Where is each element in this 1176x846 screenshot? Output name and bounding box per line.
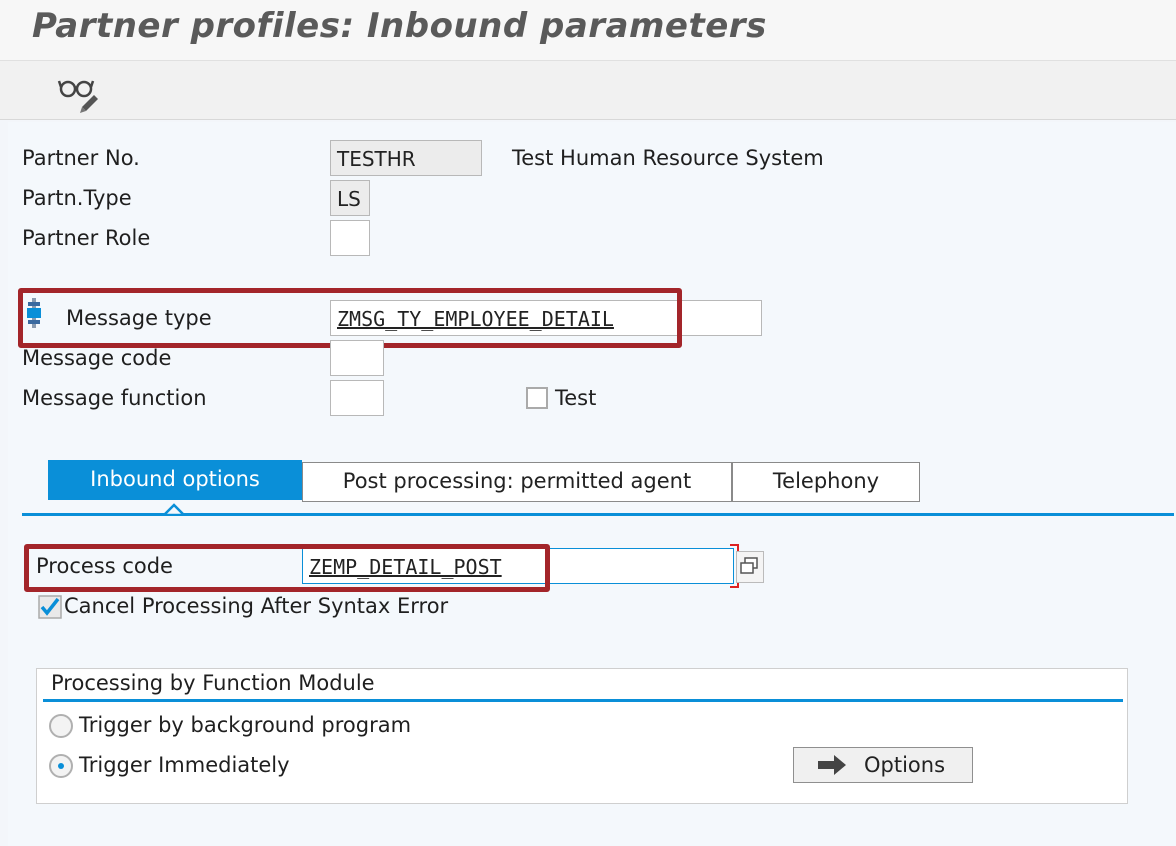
test-label: Test xyxy=(555,386,597,410)
value-help-button[interactable] xyxy=(736,551,764,583)
options-button[interactable]: Options xyxy=(793,747,973,783)
message-code-field[interactable] xyxy=(330,340,384,376)
partner-description: Test Human Resource System xyxy=(512,146,824,170)
message-code-label: Message code xyxy=(22,346,172,370)
message-function-field[interactable] xyxy=(330,380,384,416)
tab-underline xyxy=(22,513,1174,516)
glasses-pencil-icon xyxy=(57,80,98,113)
partner-no-label: Partner No. xyxy=(22,146,140,170)
process-code-label: Process code xyxy=(36,554,173,578)
tab-pointer-icon xyxy=(164,503,184,515)
group-title-underline xyxy=(43,699,1123,702)
tab-inbound-options[interactable]: Inbound options xyxy=(48,460,302,500)
tab-post-processing[interactable]: Post processing: permitted agent xyxy=(302,462,732,502)
arrow-right-icon xyxy=(818,755,846,775)
radio-trigger-immediately[interactable] xyxy=(49,754,73,778)
display-change-button[interactable] xyxy=(56,69,100,113)
content-area: Partner No. TESTHR Test Human Resource S… xyxy=(8,122,1176,846)
group-title: Processing by Function Module xyxy=(51,671,375,695)
process-code-field[interactable]: ZEMP_DETAIL_POST xyxy=(302,548,734,584)
partner-role-label: Partner Role xyxy=(22,226,151,250)
tab-telephony[interactable]: Telephony xyxy=(732,462,920,502)
value-help-icon xyxy=(740,557,758,574)
page-title: Partner profiles: Inbound parameters xyxy=(32,6,767,46)
test-checkbox[interactable] xyxy=(526,387,548,409)
function-module-group: Processing by Function Module Trigger by… xyxy=(36,668,1128,804)
radio-background-program-label: Trigger by background program xyxy=(79,713,412,737)
radio-background-program[interactable] xyxy=(49,714,73,738)
required-field-icon xyxy=(27,298,41,328)
options-button-label: Options xyxy=(864,753,946,777)
message-type-label: Message type xyxy=(66,306,212,330)
partner-no-field[interactable]: TESTHR xyxy=(330,140,482,176)
partner-role-field[interactable] xyxy=(330,220,370,256)
cancel-processing-checkbox[interactable] xyxy=(38,595,62,619)
message-type-field[interactable]: ZMSG_TY_EMPLOYEE_DETAIL xyxy=(330,300,762,336)
radio-trigger-immediately-label: Trigger Immediately xyxy=(79,753,290,777)
title-bar: Partner profiles: Inbound parameters xyxy=(0,0,1176,60)
message-function-label: Message function xyxy=(22,386,207,410)
toolbar xyxy=(0,60,1176,120)
partner-type-field[interactable]: LS xyxy=(330,180,370,216)
cancel-processing-label: Cancel Processing After Syntax Error xyxy=(64,594,449,618)
process-code-value: ZEMP_DETAIL_POST xyxy=(309,555,502,579)
message-type-value: ZMSG_TY_EMPLOYEE_DETAIL xyxy=(337,307,614,331)
partner-type-label: Partn.Type xyxy=(22,186,132,210)
